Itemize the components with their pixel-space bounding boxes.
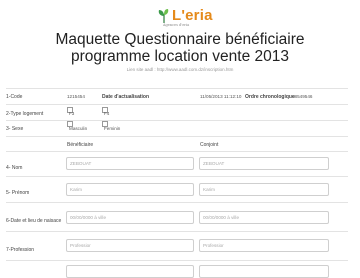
- divider: [6, 260, 348, 261]
- divider: [6, 176, 348, 177]
- nom-label: 4- Nom: [6, 165, 23, 171]
- code-value: 1215454: [67, 94, 85, 99]
- type-logement-label: 2-Type logement: [6, 111, 44, 117]
- option-f4-label: F4: [104, 111, 110, 116]
- next-row-beneficiaire-input[interactable]: [66, 265, 194, 278]
- divider: [6, 120, 348, 121]
- option-f3-label: F3: [69, 111, 75, 116]
- logo-brand-text: L'eria: [172, 7, 213, 24]
- logo-tagline: Agences d'eria: [163, 23, 190, 27]
- profession-conjoint-input[interactable]: Professior: [199, 239, 329, 252]
- column-header-beneficiaire: Bénéficiaire: [67, 142, 94, 148]
- naissance-label: 6-Date et lieu de naisace: [6, 218, 62, 224]
- naissance-conjoint-input[interactable]: 00/00/0000 à ville: [199, 211, 329, 224]
- divider: [6, 202, 348, 203]
- divider: [6, 151, 348, 152]
- prenom-beneficiaire-input[interactable]: Karim: [66, 183, 194, 196]
- nom-beneficiaire-input[interactable]: ZEBOUAT: [66, 157, 194, 170]
- prenom-label: 5- Prénom: [6, 190, 30, 196]
- naissance-beneficiaire-input[interactable]: 00/00/0000 à ville: [66, 211, 194, 224]
- column-header-conjoint: Conjoint: [200, 142, 219, 148]
- profession-label: 7-Profession: [6, 247, 35, 253]
- next-row-conjoint-input[interactable]: [199, 265, 329, 278]
- divider: [6, 88, 348, 89]
- prenom-conjoint-input[interactable]: Karim: [199, 183, 329, 196]
- divider: [6, 104, 348, 105]
- page-title: Maquette Questionnaire bénéficiaire prog…: [55, 31, 305, 65]
- code-label: 1-Code: [6, 94, 23, 100]
- date-label: Date d'actualisation: [102, 94, 150, 100]
- divider: [6, 136, 348, 137]
- date-value: 11/05/2013 11:12:10: [200, 94, 242, 99]
- nom-conjoint-input[interactable]: ZEBOUAT: [199, 157, 329, 170]
- divider: [6, 231, 348, 232]
- leaf-icon: [158, 9, 169, 23]
- ordre-label: Ordre chronologique: [245, 94, 295, 100]
- option-feminin-label: Feminin: [104, 126, 121, 131]
- profession-beneficiaire-input[interactable]: Professior: [66, 239, 194, 252]
- option-masculin-label: Masculin: [69, 126, 88, 131]
- eria-logo: L'eria Agences d'eria: [153, 6, 213, 30]
- ordre-value: 68549546: [292, 94, 313, 99]
- aadl-site-link[interactable]: Lien site aadl : http://www.aadl.com.dz/…: [0, 67, 360, 72]
- sexe-label: 3- Sexe: [6, 126, 24, 132]
